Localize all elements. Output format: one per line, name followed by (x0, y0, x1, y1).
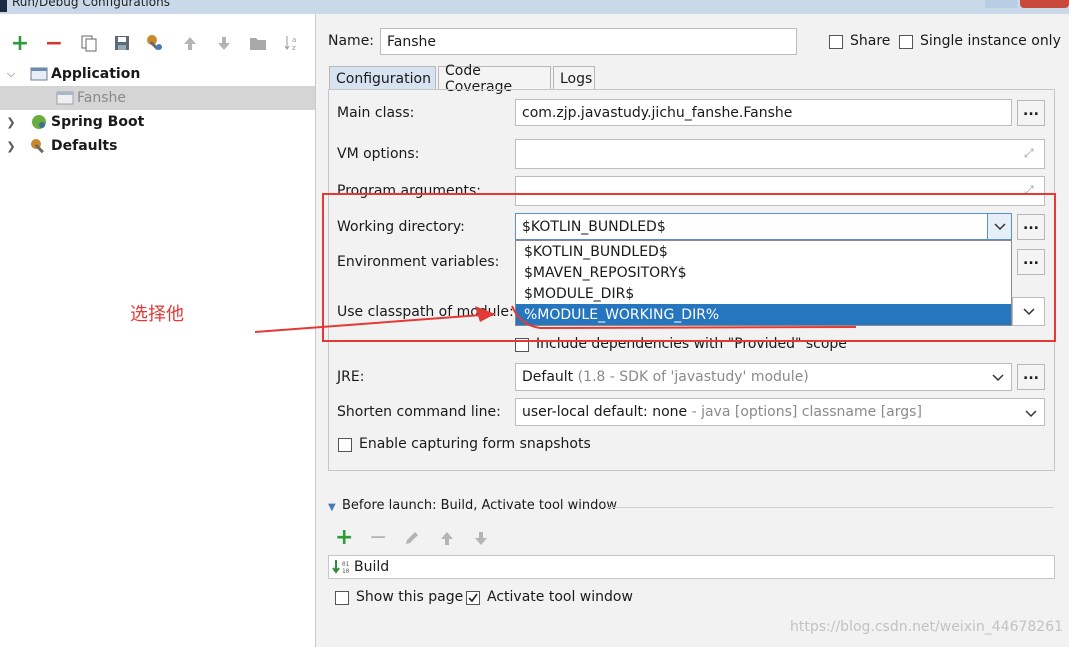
tree-item-label: Spring Boot (51, 114, 145, 130)
tree-item-label: Application (51, 66, 141, 82)
single-instance-checkbox[interactable] (899, 35, 913, 49)
name-input[interactable]: Fanshe (380, 28, 797, 55)
show-this-page-checkbox[interactable] (335, 591, 349, 605)
tab-logs[interactable]: Logs (553, 66, 595, 90)
folder-icon[interactable] (247, 32, 269, 54)
activate-tool-window-checkbox[interactable] (466, 591, 480, 605)
sort-alphabetically-icon[interactable]: az (281, 32, 303, 54)
copy-configuration-icon[interactable] (78, 32, 100, 54)
jre-hint: (1.8 - SDK of 'javastudy' module) (577, 369, 809, 385)
chevron-right-icon[interactable]: ❯ (4, 140, 18, 153)
expand-icon[interactable]: ⤢ (1024, 146, 1034, 161)
vm-options-label: VM options: (337, 146, 420, 162)
share-checkbox[interactable] (829, 35, 843, 49)
spring-boot-icon (30, 114, 48, 130)
save-configuration-icon[interactable] (111, 32, 133, 54)
application-icon (30, 66, 48, 82)
shorten-hint: - java [options] classname [args] (691, 404, 922, 420)
jre-browse-button[interactable]: ... (1017, 364, 1045, 390)
annotation-text: 选择他 (130, 304, 184, 325)
tree-item-fanshe[interactable]: Fanshe (0, 86, 315, 110)
svg-text:a: a (292, 36, 296, 44)
divider (606, 507, 1054, 508)
single-instance-label: Single instance only (920, 33, 1061, 49)
activate-tool-window-label: Activate tool window (487, 589, 633, 605)
application-config-icon (56, 90, 74, 106)
defaults-wrench-icon (30, 138, 48, 154)
maximize-button[interactable] (985, 0, 1017, 8)
tree-item-label: Defaults (51, 138, 118, 154)
edit-task-pencil-icon[interactable] (404, 530, 420, 550)
shorten-command-line-select[interactable]: user-local default: none - java [options… (515, 398, 1045, 426)
add-configuration-icon[interactable]: + (9, 31, 31, 56)
before-launch-title: Before launch: Build, Activate tool wind… (342, 498, 617, 513)
watermark-text: https://blog.csdn.net/weixin_44678261 (790, 619, 1064, 635)
move-down-icon[interactable] (213, 32, 235, 54)
jre-select[interactable]: Default (1.8 - SDK of 'javastudy' module… (515, 363, 1012, 391)
svg-text:10: 10 (342, 568, 350, 575)
add-task-icon[interactable]: + (335, 527, 353, 549)
edit-defaults-wrench-icon[interactable] (144, 32, 166, 54)
chevron-down-icon[interactable] (992, 370, 1004, 386)
jre-label: JRE: (337, 369, 365, 385)
capture-snapshots-checkbox[interactable] (338, 438, 352, 452)
window-title: Run/Debug Configurations (12, 0, 170, 9)
move-up-icon[interactable] (439, 530, 455, 550)
before-launch-task-row[interactable]: 01 10 Build (328, 555, 1055, 579)
vm-options-input[interactable] (515, 139, 1045, 169)
collapse-triangle-icon[interactable]: ▼ (328, 502, 336, 513)
build-icon: 01 10 (332, 559, 352, 575)
checkmark-icon (468, 593, 478, 603)
remove-task-icon[interactable]: − (369, 527, 387, 549)
capture-snapshots-label: Enable capturing form snapshots (359, 436, 591, 452)
tab-configuration[interactable]: Configuration (329, 66, 436, 90)
tree-item-defaults[interactable]: ❯ Defaults (0, 134, 315, 158)
show-this-page-label: Show this page (356, 589, 464, 605)
tree-item-application[interactable]: ⌵ Application (0, 62, 315, 86)
build-task-label: Build (354, 559, 390, 575)
remove-configuration-icon[interactable]: − (43, 31, 65, 56)
main-class-browse-button[interactable]: ... (1017, 100, 1045, 126)
chevron-down-icon[interactable]: ⌵ (4, 67, 18, 81)
shorten-value: user-local default: none (522, 404, 688, 420)
main-class-input[interactable]: com.zjp.javastudy.jichu_fanshe.Fanshe (515, 99, 1012, 126)
share-label: Share (850, 33, 891, 49)
name-label: Name: (328, 33, 375, 49)
window-titlebar: Run/Debug Configurations (0, 0, 1069, 14)
chevron-right-icon[interactable]: ❯ (4, 116, 18, 129)
svg-text:z: z (292, 44, 296, 52)
shorten-command-line-label: Shorten command line: (337, 404, 501, 420)
svg-text:01: 01 (342, 561, 350, 568)
tab-code-coverage[interactable]: Code Coverage (438, 63, 551, 95)
chevron-down-icon[interactable] (1025, 406, 1037, 422)
tab-label: Configuration (336, 70, 431, 87)
move-down-icon[interactable] (473, 530, 489, 550)
jre-value: Default (522, 369, 574, 385)
close-window-button[interactable] (1020, 0, 1069, 8)
tree-item-label: Fanshe (77, 90, 126, 106)
tab-label: Logs (560, 70, 593, 87)
app-icon (0, 0, 7, 12)
annotation-arrow (254, 305, 857, 333)
tree-item-spring-boot[interactable]: ❯ Spring Boot (0, 110, 315, 134)
main-class-label: Main class: (337, 105, 415, 121)
move-up-icon[interactable] (179, 32, 201, 54)
